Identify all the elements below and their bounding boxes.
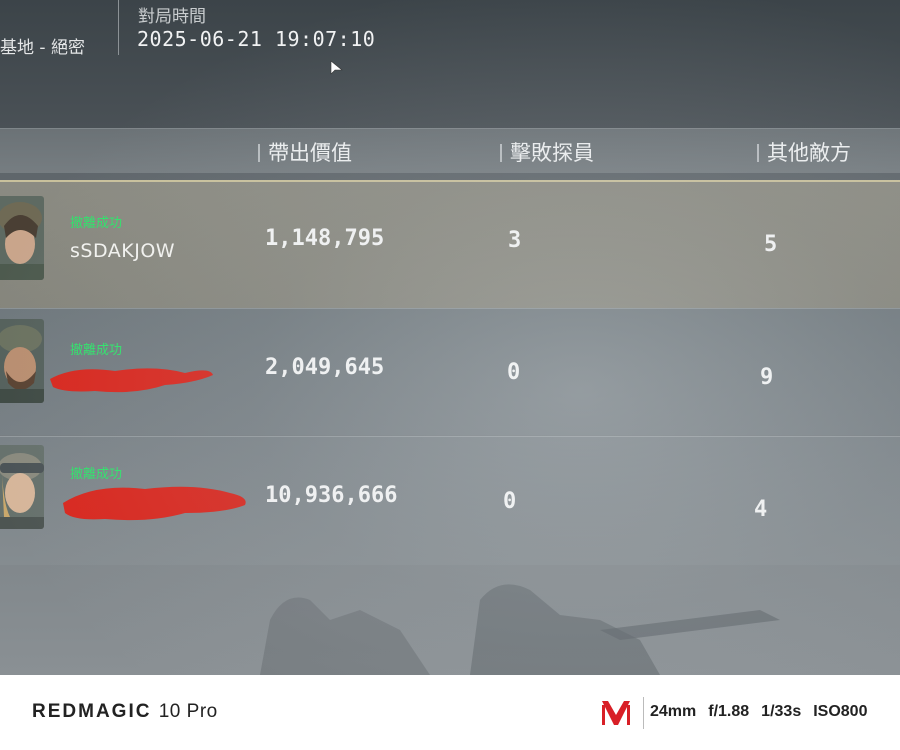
extraction-status: 撤離成功 bbox=[70, 343, 123, 358]
table-header: 帶出價值 擊敗探員 其他敵方 bbox=[0, 128, 900, 173]
background-soldiers bbox=[260, 584, 780, 675]
match-time-label: 對局時間 bbox=[138, 7, 206, 27]
agents-defeated: 3 bbox=[508, 228, 522, 253]
other-enemies: 5 bbox=[764, 232, 778, 257]
extracted-value: 1,148,795 bbox=[265, 226, 385, 251]
extracted-value: 10,936,666 bbox=[265, 483, 398, 508]
other-enemies: 4 bbox=[754, 497, 768, 522]
player-row[interactable]: 撤離成功 2,049,645 0 9 bbox=[0, 308, 900, 435]
map-name: 基地 - 絕密 bbox=[0, 38, 85, 58]
agents-defeated: 0 bbox=[507, 360, 521, 385]
mouse-cursor-icon bbox=[330, 60, 343, 75]
operator-avatar bbox=[0, 319, 44, 403]
redaction-scribble bbox=[50, 368, 213, 393]
match-info-bar: 基地 - 絕密 對局時間 2025-06-21 19:07:10 bbox=[0, 0, 900, 128]
column-header-kills: 擊敗探員 bbox=[500, 137, 594, 167]
phone-brand: REDMAGIC 10 Pro bbox=[32, 701, 218, 722]
other-enemies: 9 bbox=[760, 365, 774, 390]
redmagic-logo-icon bbox=[602, 701, 630, 725]
operator-avatar bbox=[0, 445, 44, 529]
camera-settings: 24mm f/1.88 1/33s ISO800 bbox=[650, 703, 868, 720]
redaction-scribble bbox=[63, 486, 246, 521]
operator-avatar bbox=[0, 196, 44, 280]
player-row[interactable]: 撤離成功 sSDAKJOW 1,148,795 3 5 bbox=[0, 180, 900, 310]
footer-divider bbox=[643, 697, 644, 729]
info-divider bbox=[118, 0, 119, 55]
player-name: sSDAKJOW bbox=[70, 240, 176, 262]
column-header-value: 帶出價值 bbox=[258, 137, 352, 167]
player-row[interactable]: 撤離成功 10,936,666 0 4 bbox=[0, 436, 900, 565]
extraction-status: 撤離成功 bbox=[70, 216, 123, 231]
agents-defeated: 0 bbox=[503, 489, 517, 514]
column-header-others: 其他敵方 bbox=[757, 137, 851, 167]
camera-watermark-bar: REDMAGIC 10 Pro 24mm f/1.88 1/33s ISO800 bbox=[0, 675, 900, 750]
extracted-value: 2,049,645 bbox=[265, 355, 385, 380]
match-time-value: 2025-06-21 19:07:10 bbox=[137, 27, 376, 51]
screen-photo: 基地 - 絕密 對局時間 2025-06-21 19:07:10 帶出價值 擊敗… bbox=[0, 0, 900, 675]
